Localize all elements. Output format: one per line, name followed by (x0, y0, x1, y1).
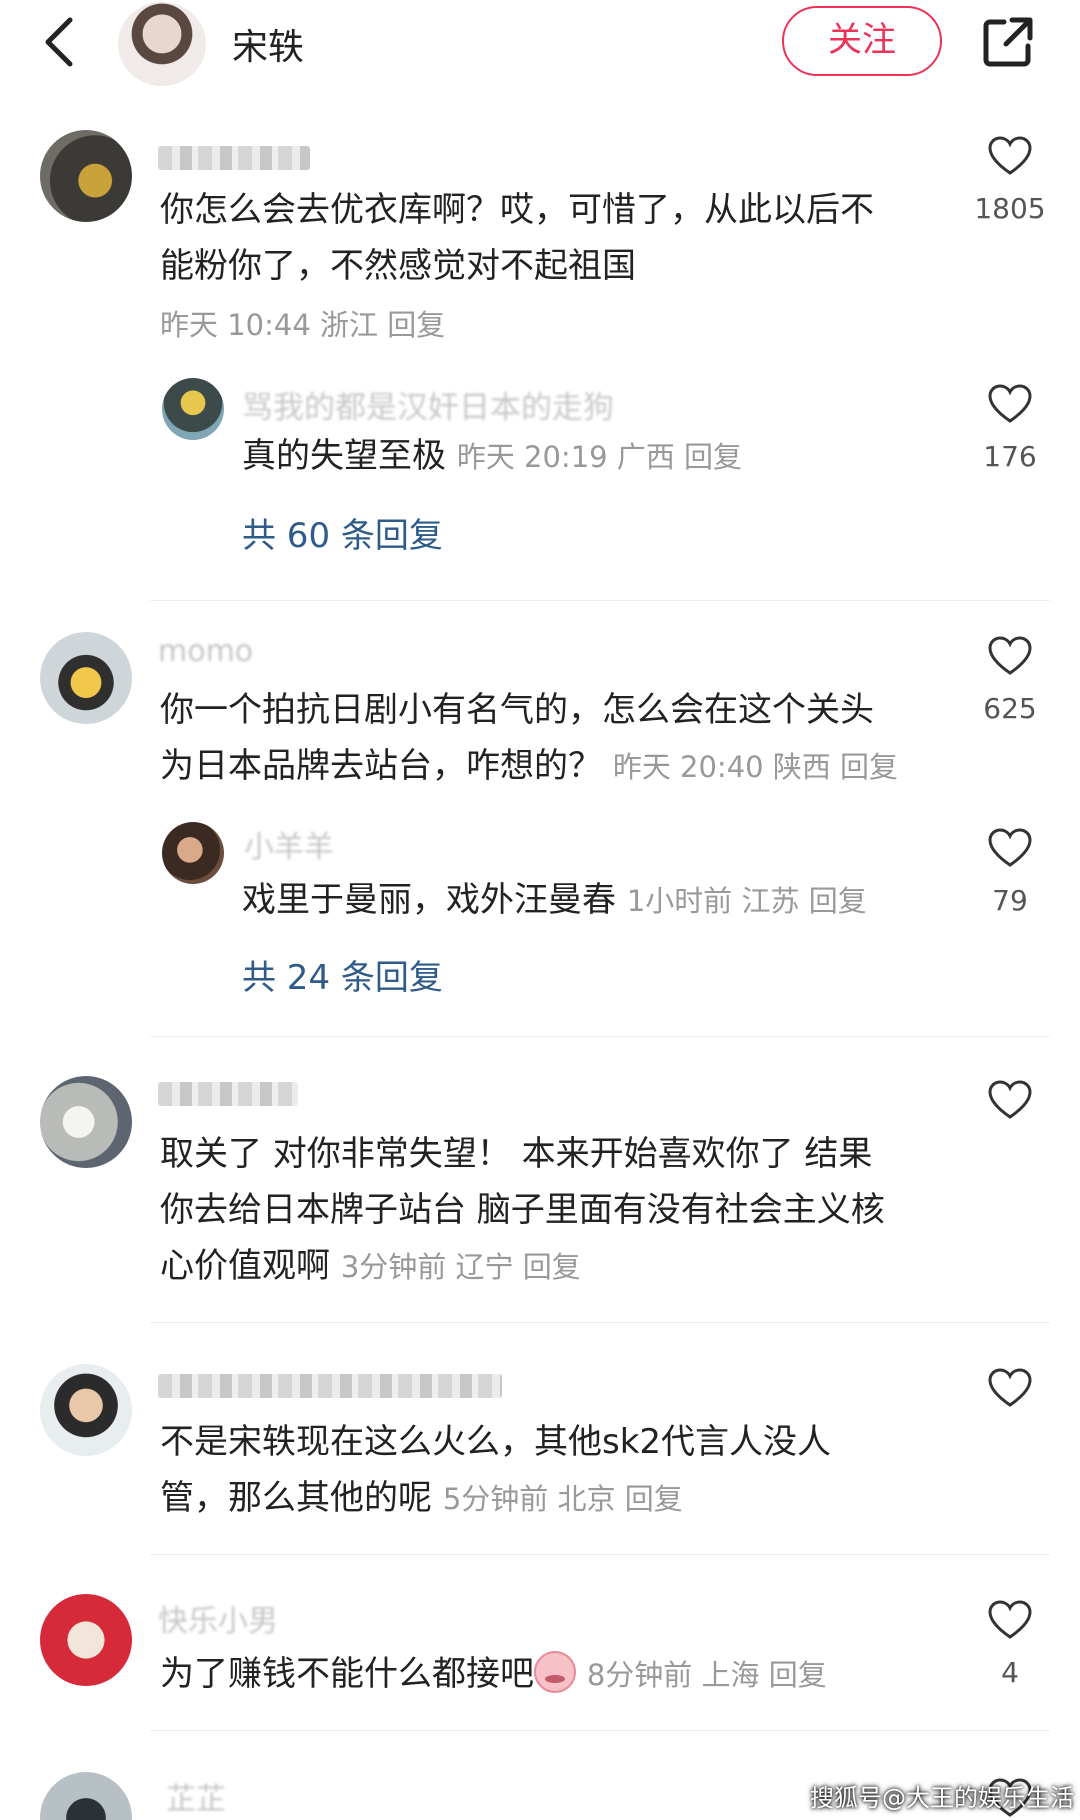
username-masked[interactable]: 小羊羊 (244, 822, 334, 866)
like-count: 625 (983, 692, 1037, 725)
watermark: 搜狐号@大王的娱乐生活 (810, 1784, 1074, 1812)
reply-text: 真的失望至极 昨天 20:19 广西 回复 (242, 436, 743, 476)
follow-button[interactable]: 关注 (782, 6, 942, 76)
comment-text: 你一个拍抗日剧小有名气的，怎么会在这个关头 为日本品牌去站台，咋想的？ 昨天 2… (160, 690, 899, 786)
avatar[interactable] (40, 1772, 132, 1820)
heart-outline-icon[interactable] (988, 384, 1032, 424)
username-masked[interactable]: 芷芷 (166, 1774, 226, 1818)
view-replies-link[interactable]: 共 60 条回复 (242, 508, 443, 557)
reply-meta: 昨天 20:19 广西 回复 (456, 440, 743, 474)
avatar[interactable] (40, 1076, 132, 1168)
heart-outline-icon[interactable] (988, 1600, 1032, 1640)
comment-text: 不是宋轶现在这么火么，其他sk2代言人没人 管，那么其他的呢 5分钟前 北京 回… (160, 1422, 832, 1518)
avatar[interactable] (162, 822, 224, 884)
divider (150, 1554, 1050, 1555)
avatar[interactable] (40, 130, 132, 222)
avatar[interactable] (40, 1594, 132, 1686)
avatar[interactable] (162, 378, 224, 440)
profile-name[interactable]: 宋轶 (232, 18, 304, 70)
like-count: 4 (1001, 1656, 1019, 1689)
divider (150, 1036, 1050, 1037)
share-external-icon[interactable] (980, 14, 1036, 70)
comment-meta: 昨天 10:44 浙江 回复 (160, 308, 446, 342)
comment-meta: 5分钟前 北京 回复 (442, 1482, 683, 1516)
avatar[interactable] (40, 1364, 132, 1456)
like-count: 1805 (974, 192, 1046, 225)
reply-masked-text: 骂我的都是汉奸日本的走狗 (242, 390, 614, 426)
heart-outline-icon[interactable] (988, 828, 1032, 868)
username-masked[interactable] (158, 1082, 298, 1106)
avatar[interactable] (40, 632, 132, 724)
username-masked[interactable]: momo (158, 634, 253, 669)
view-replies-link[interactable]: 共 24 条回复 (242, 950, 443, 999)
divider (150, 1730, 1050, 1731)
heart-outline-icon[interactable] (988, 136, 1032, 176)
divider (150, 600, 1050, 601)
comment-meta: 3分钟前 辽宁 回复 (340, 1250, 581, 1284)
reply-meta: 1小时前 江苏 回复 (626, 884, 867, 918)
like-count: 176 (983, 440, 1037, 473)
comment-text: 你怎么会去优衣库啊？哎，可惜了，从此以后不 能粉你了，不然感觉对不起祖国 (160, 190, 874, 286)
username-masked[interactable] (158, 146, 310, 170)
comment-text: 为了赚钱不能什么都接吧 8分钟前 上海 回复 (160, 1646, 827, 1703)
heart-outline-icon[interactable] (988, 636, 1032, 676)
chevron-left-icon[interactable] (40, 14, 80, 70)
reply-text: 戏里于曼丽，戏外汪曼春 1小时前 江苏 回复 (242, 880, 867, 920)
heart-outline-icon[interactable] (988, 1080, 1032, 1120)
avatar[interactable] (118, 2, 206, 86)
face-emoji-icon (534, 1651, 576, 1693)
comment-meta: 8分钟前 上海 回复 (586, 1658, 827, 1692)
top-bar: 宋轶 关注 (0, 0, 1080, 92)
comment-text: 取关了 对你非常失望！ 本来开始喜欢你了 结果 你去给日本牌子站台 脑子里面有没… (160, 1134, 885, 1286)
username-masked[interactable]: 快乐小男 (158, 1596, 278, 1640)
username-masked[interactable] (158, 1374, 502, 1398)
comment-meta: 昨天 20:40 陕西 回复 (612, 750, 899, 784)
divider (150, 1322, 1050, 1323)
like-count: 79 (992, 884, 1028, 917)
heart-outline-icon[interactable] (988, 1368, 1032, 1408)
